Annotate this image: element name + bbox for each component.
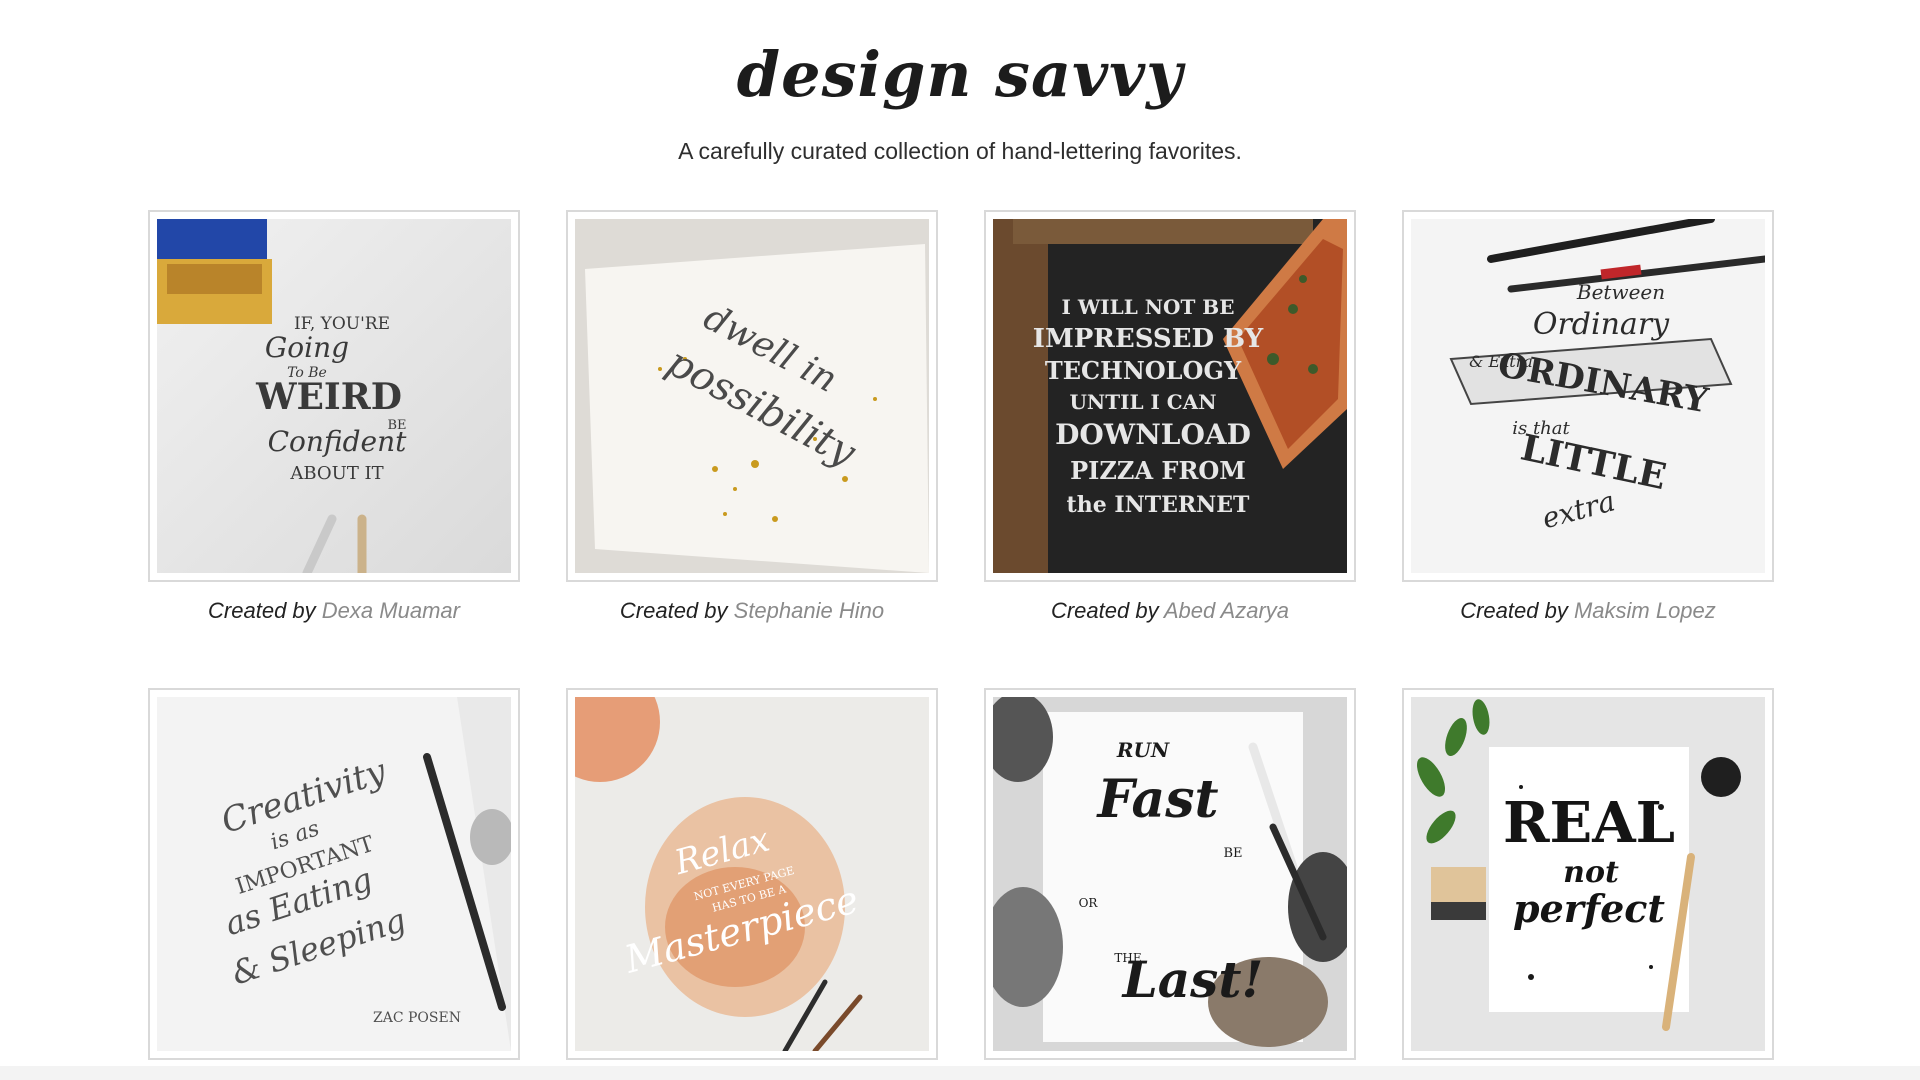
caption-prefix: Created by [1460,598,1568,623]
author-link[interactable]: Maksim Lopez [1574,598,1716,623]
art-text: not [1563,855,1619,890]
art-text: ZAC POSEN [373,1010,461,1026]
art-text: IMPRESSED BY [1033,324,1264,354]
author-link[interactable]: Dexa Muamar [322,598,460,623]
artwork-image: REAL not perfect [1411,697,1765,1051]
art-text: perfect [1513,886,1665,931]
gallery-card: Relax NOT EVERY PAGE HAS TO BE A Masterp… [566,688,938,1080]
art-text: RUN [1116,738,1170,762]
page: design savvy A carefully curated collect… [0,0,1920,1080]
gallery-card: REAL not perfect Created by [1402,688,1774,1080]
artwork-image: Creativity is as IMPORTANT as Eating & S… [157,697,511,1051]
artwork-frame[interactable]: RUN Fast BE OR THE Last! [984,688,1356,1060]
gallery-card: Between Ordinary & Extra ORDINARY is tha… [1402,210,1774,642]
artwork-frame[interactable]: Relax NOT EVERY PAGE HAS TO BE A Masterp… [566,688,938,1060]
caption-prefix: Created by [619,598,728,623]
artwork-image: IF, YOU'RE Going To Be WEIRD BE Confiden… [157,219,511,573]
gallery-card: RUN Fast BE OR THE Last! Created by [984,688,1356,1080]
artwork-frame[interactable]: dwell in possibility [566,210,938,582]
artwork-image: RUN Fast BE OR THE Last! [993,697,1347,1051]
art-text: Between [1576,280,1665,304]
artwork-caption: Created by Abed Azarya [984,598,1356,642]
art-text: WEIRD [255,376,402,418]
art-text: REAL [1503,790,1675,856]
art-text: PIZZA FROM [1070,456,1246,485]
artwork-frame[interactable]: IF, YOU'RE Going To Be WEIRD BE Confiden… [148,210,520,582]
artwork-image: Relax NOT EVERY PAGE HAS TO BE A Masterp… [575,697,929,1051]
art-text: UNTIL I CAN [1069,390,1216,414]
artwork-image: I WILL NOT BE IMPRESSED BY TECHNOLOGY UN… [993,219,1347,573]
artwork-image: Between Ordinary & Extra ORDINARY is tha… [1411,219,1765,573]
gallery-card: I WILL NOT BE IMPRESSED BY TECHNOLOGY UN… [984,210,1356,642]
gallery-grid: IF, YOU'RE Going To Be WEIRD BE Confiden… [148,210,1776,1080]
artwork-caption: Created by Maksim Lopez [1402,598,1774,642]
author-link[interactable]: Stephanie Hino [734,598,884,623]
art-text: Fast [1095,769,1218,830]
artwork-frame[interactable]: Between Ordinary & Extra ORDINARY is tha… [1402,210,1774,582]
art-text: Last! [1121,950,1264,1009]
art-text: Ordinary [1533,307,1670,342]
artwork-frame[interactable]: Creativity is as IMPORTANT as Eating & S… [148,688,520,1060]
gallery-card: dwell in possibility Created by Stephani… [566,210,938,642]
gallery-card: IF, YOU'RE Going To Be WEIRD BE Confiden… [148,210,520,642]
footer-strip [0,1066,1920,1080]
page-subtitle: A carefully curated collection of hand-l… [678,138,1242,164]
art-text: Confident [268,425,408,458]
author-link[interactable]: Abed Azarya [1164,598,1289,623]
artwork-caption: Created by Dexa Muamar [148,598,520,642]
artwork-frame[interactable]: I WILL NOT BE IMPRESSED BY TECHNOLOGY UN… [984,210,1356,582]
art-text: BE [1223,846,1242,861]
artwork-caption: Created by Stephanie Hino [566,598,938,642]
caption-prefix: Created by [208,598,316,623]
artwork-image: dwell in possibility [575,219,929,573]
caption-prefix: Created by [1050,598,1159,623]
art-text: ABOUT IT [289,463,383,484]
art-text: I WILL NOT BE [1062,295,1235,319]
art-text: Going [265,331,349,364]
artwork-frame[interactable]: REAL not perfect [1402,688,1774,1060]
page-title: design savvy [736,38,1184,111]
art-text: TECHNOLOGY [1045,356,1242,385]
art-text: DOWNLOAD [1055,418,1251,451]
gallery-card: Creativity is as IMPORTANT as Eating & S… [148,688,520,1080]
art-text: the INTERNET [1067,492,1251,518]
art-text: OR [1079,896,1099,910]
